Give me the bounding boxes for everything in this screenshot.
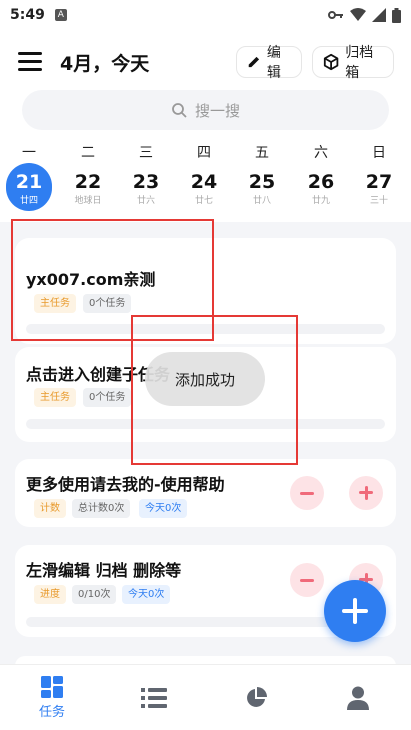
weekday-label: 一 xyxy=(22,145,36,161)
search-input[interactable]: 搜一搜 xyxy=(22,90,389,130)
menu-icon[interactable] xyxy=(18,52,42,72)
task-title: 更多使用请去我的-使用帮助 xyxy=(26,475,225,494)
date-cell[interactable]: 25 廿八 xyxy=(240,163,284,211)
wifi-icon xyxy=(350,8,366,21)
date-cell[interactable]: 22 地球日 xyxy=(66,163,110,211)
weekday-label: 三 xyxy=(139,145,153,161)
date-cell[interactable]: 24 廿七 xyxy=(182,163,226,211)
date-number: 23 xyxy=(132,171,160,193)
nav-stats[interactable] xyxy=(206,665,306,730)
task-count-tag: 0个任务 xyxy=(83,388,132,407)
decrement-button[interactable] xyxy=(290,563,324,597)
page-title: 4月，今天 xyxy=(60,53,150,75)
status-icons xyxy=(328,7,401,23)
search-placeholder: 搜一搜 xyxy=(194,101,240,120)
nav-tasks[interactable]: 任务 xyxy=(2,665,102,730)
vpn-key-icon xyxy=(328,11,343,19)
nav-list[interactable] xyxy=(104,665,204,730)
task-total-tag: 总计数0次 xyxy=(72,499,131,518)
weekday-label: 六 xyxy=(314,145,328,161)
date-cell[interactable]: 26 廿九 xyxy=(299,163,343,211)
minus-icon xyxy=(300,491,314,495)
lunar-date: 三十 xyxy=(369,196,388,206)
date-number: 24 xyxy=(190,171,218,193)
decrement-button[interactable] xyxy=(290,476,324,510)
task-type-tag: 进度 xyxy=(34,585,66,604)
archive-button[interactable]: 归档箱 xyxy=(312,45,394,81)
lunar-date: 廿九 xyxy=(311,196,330,206)
edit-button-label: 编辑 xyxy=(266,45,281,81)
person-icon xyxy=(347,686,369,710)
date-cell[interactable]: 27 三十 xyxy=(357,163,401,211)
increment-button[interactable] xyxy=(349,476,383,510)
task-today-tag: 今天0次 xyxy=(122,585,171,604)
pie-chart-icon xyxy=(247,687,267,707)
search-icon xyxy=(172,103,187,118)
dashboard-icon xyxy=(41,676,63,698)
task-type-tag: 主任务 xyxy=(34,294,76,313)
weekday-header: 一 二 三 四 五 六 日 xyxy=(0,142,411,162)
nav-profile[interactable] xyxy=(308,665,408,730)
weekday-label: 二 xyxy=(81,145,95,161)
weekday-label: 日 xyxy=(372,145,386,161)
week-dates: 21 廿四 22 地球日 23 廿六 24 廿七 25 廿八 26 廿九 27 … xyxy=(0,163,411,215)
date-number: 25 xyxy=(248,171,276,193)
lunar-date: 廿四 xyxy=(19,196,38,206)
add-task-button[interactable] xyxy=(324,580,386,642)
lunar-date: 廿六 xyxy=(136,196,155,206)
top-bar: 4月，今天 编辑 归档箱 xyxy=(0,38,411,86)
pencil-icon xyxy=(248,56,260,68)
lunar-date: 地球日 xyxy=(74,196,102,206)
status-time: 5:49 xyxy=(10,7,45,23)
task-count-tag: 0个任务 xyxy=(83,294,132,313)
date-cell-selected[interactable]: 21 廿四 xyxy=(6,163,52,211)
list-icon xyxy=(141,688,167,708)
battery-icon xyxy=(392,7,401,23)
weekday-label: 四 xyxy=(197,145,211,161)
date-cell[interactable]: 23 廿六 xyxy=(124,163,168,211)
date-number: 21 xyxy=(15,171,43,193)
task-today-tag: 今天0次 xyxy=(139,499,188,518)
date-number: 27 xyxy=(365,171,393,193)
edit-button[interactable]: 编辑 xyxy=(236,45,302,81)
minus-icon xyxy=(300,578,314,582)
task-type-tag: 主任务 xyxy=(34,388,76,407)
nav-tasks-label: 任务 xyxy=(38,705,65,720)
archive-button-label: 归档箱 xyxy=(345,45,374,81)
lunar-date: 廿七 xyxy=(194,196,213,206)
task-title: 左滑编辑 归档 删除等 xyxy=(26,561,182,580)
task-title: yx007.com亲测 xyxy=(26,270,156,289)
task-type-tag: 计数 xyxy=(34,499,66,518)
task-progress-bar xyxy=(26,324,385,334)
status-bar: 5:49 A xyxy=(0,0,411,30)
task-card[interactable]: 更多使用请去我的-使用帮助 计数 总计数0次 今天0次 xyxy=(15,459,396,527)
task-progress-bar xyxy=(26,419,385,429)
signal-icon xyxy=(372,8,386,22)
date-number: 22 xyxy=(74,171,102,193)
date-number: 26 xyxy=(307,171,335,193)
weekday-label: 五 xyxy=(255,145,269,161)
task-progress-tag: 0/10次 xyxy=(72,585,117,604)
task-card[interactable]: yx007.com亲测 主任务 0个任务 xyxy=(15,238,396,344)
toast-message: 添加成功 xyxy=(145,352,265,406)
lunar-date: 廿八 xyxy=(252,196,271,206)
bottom-nav: 任务 xyxy=(0,664,411,730)
notification-app-icon: A xyxy=(54,9,67,21)
box-icon xyxy=(323,53,339,71)
